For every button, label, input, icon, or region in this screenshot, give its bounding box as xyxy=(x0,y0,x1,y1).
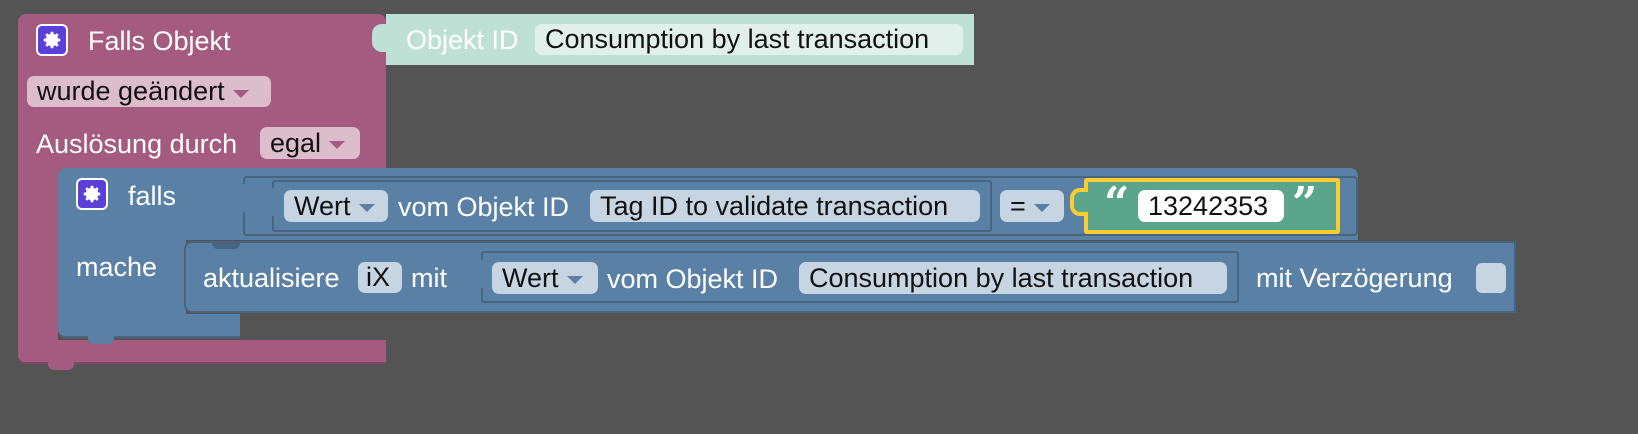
chevron-down-icon xyxy=(329,141,346,149)
do-label: mache xyxy=(76,252,158,282)
chevron-down-icon xyxy=(358,204,375,212)
close-quote-icon: ” xyxy=(1292,178,1318,229)
object-id-field[interactable]: Consumption by last transaction xyxy=(535,24,963,55)
open-quote-icon: “ xyxy=(1104,178,1130,229)
value-dropdown[interactable]: Wert xyxy=(284,190,388,222)
string-value-field[interactable]: 13242353 xyxy=(1138,190,1284,222)
change-dropdown-label: wurde geändert xyxy=(37,76,225,106)
update-block-top-notch xyxy=(212,241,240,249)
trigger-dropdown[interactable]: egal xyxy=(260,127,360,159)
change-dropdown[interactable]: wurde geändert xyxy=(27,76,271,107)
trigger-label: Auslösung durch xyxy=(36,129,238,159)
value-dropdown-label: Wert xyxy=(502,262,559,293)
object-id-block[interactable]: Objekt ID Consumption by last transactio… xyxy=(372,14,974,65)
puzzle-connector xyxy=(466,260,484,288)
trigger-title: Falls Objekt xyxy=(88,26,231,56)
puzzle-connector xyxy=(258,188,276,216)
operator-label: = xyxy=(1010,190,1026,221)
chevron-down-icon xyxy=(232,89,249,98)
delay-checkbox[interactable] xyxy=(1476,263,1506,293)
variable-label: iX xyxy=(366,262,391,292)
chevron-down-icon xyxy=(1033,204,1050,212)
puzzle-connector xyxy=(1070,188,1088,216)
trigger-block-spine xyxy=(18,170,58,342)
tag-id-value: Tag ID to validate transaction xyxy=(600,190,949,221)
if-block-footer xyxy=(58,314,240,338)
object-id-value: Consumption by last transaction xyxy=(809,262,1194,293)
trigger-block-tab xyxy=(48,362,74,370)
operator-dropdown[interactable]: = xyxy=(1000,190,1064,222)
object-id-value: Consumption by last transaction xyxy=(545,24,930,54)
object-id-label: Objekt ID xyxy=(406,25,519,55)
gear-icon[interactable] xyxy=(76,178,108,210)
value-dropdown[interactable]: Wert xyxy=(492,262,598,294)
variable-dropdown[interactable]: iX xyxy=(358,262,402,293)
gear-icon[interactable] xyxy=(36,24,68,56)
of-object-label: vom Objekt ID xyxy=(398,192,570,222)
update-label: aktualisiere xyxy=(203,263,340,293)
if-label: falls xyxy=(128,181,177,211)
string-value: 13242353 xyxy=(1148,190,1269,221)
delay-label: mit Verzögerung xyxy=(1256,263,1453,293)
of-object-label: vom Objekt ID xyxy=(607,264,779,294)
tag-id-field[interactable]: Tag ID to validate transaction xyxy=(590,190,980,222)
puzzle-connector xyxy=(372,24,390,52)
value-dropdown-label: Wert xyxy=(294,190,351,221)
object-id-field[interactable]: Consumption by last transaction xyxy=(799,262,1227,294)
puzzle-connector xyxy=(228,184,246,212)
trigger-block-footer xyxy=(18,340,386,364)
with-label: mit xyxy=(411,263,447,293)
if-block-tab xyxy=(88,336,114,344)
trigger-dropdown-label: egal xyxy=(270,127,322,158)
chevron-down-icon xyxy=(566,276,583,284)
